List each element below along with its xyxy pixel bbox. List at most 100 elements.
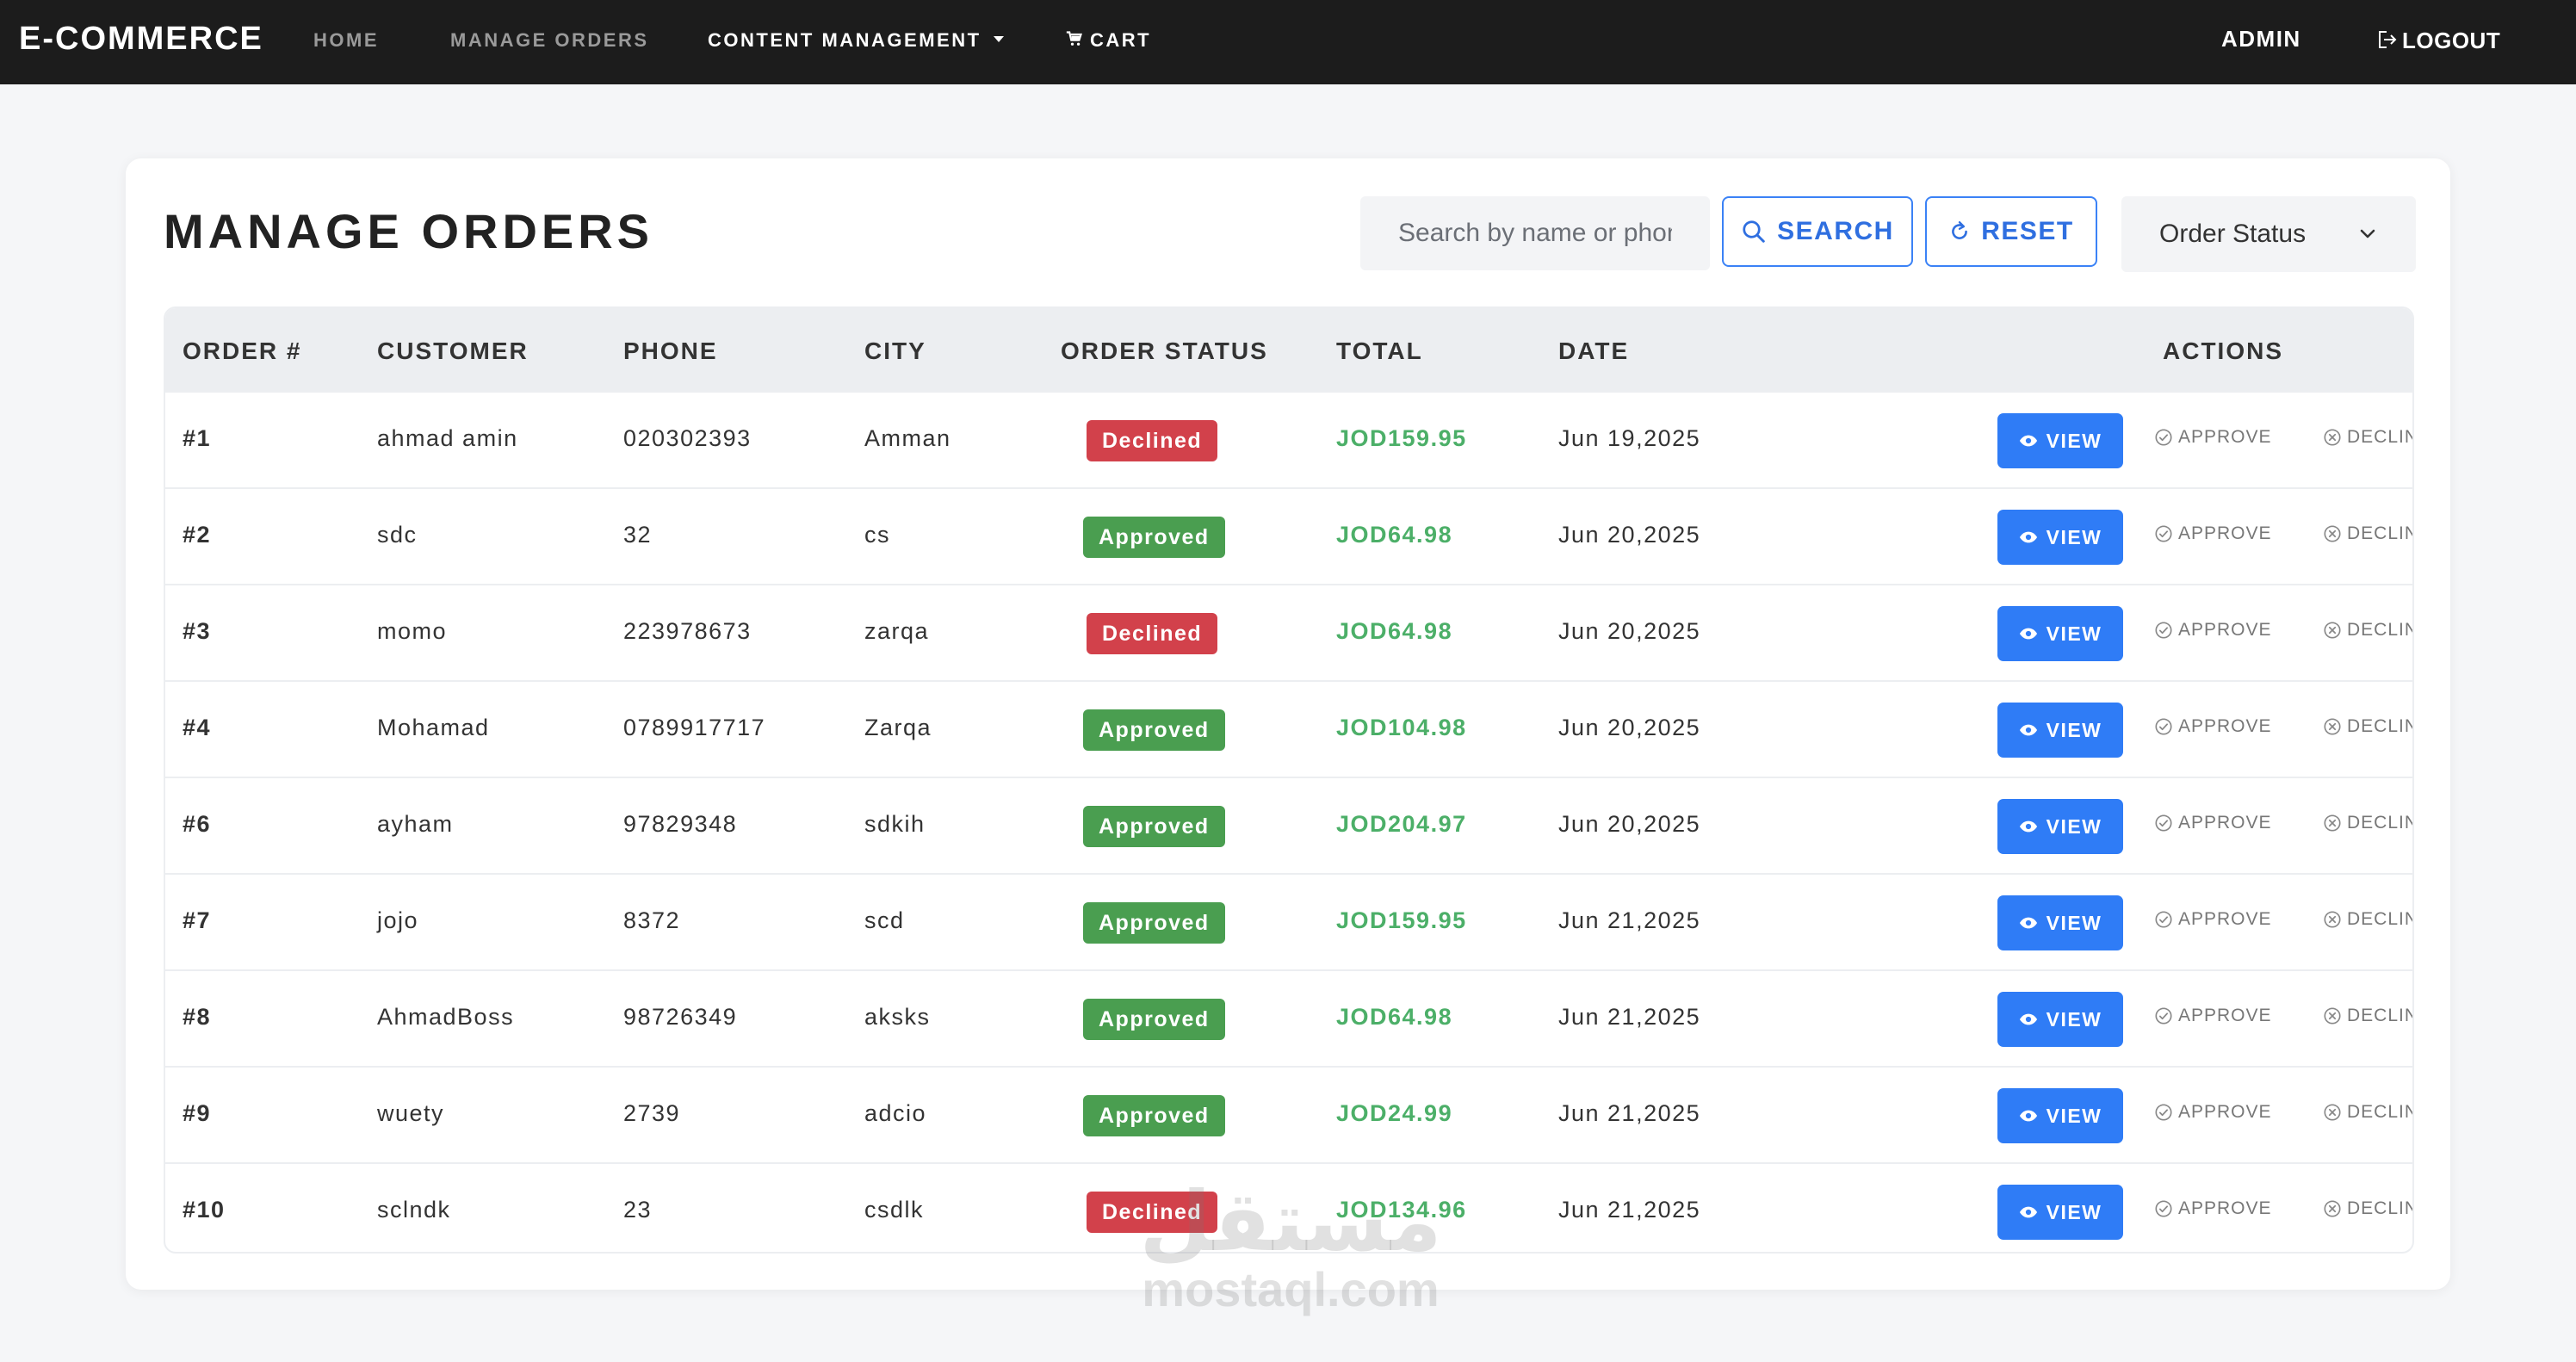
approve-button[interactable]: APPROVE [2154, 620, 2272, 641]
table-row: #4 Mohamad 0789917717 Zarqa Approved JOD104.9… [165, 682, 2412, 778]
decline-button[interactable]: DECLINE [2323, 716, 2412, 737]
order-number: #1 [183, 425, 212, 451]
eye-icon [2019, 531, 2037, 543]
check-circle-icon [2155, 622, 2172, 639]
customer-name: Mohamad [377, 715, 490, 740]
order-total: JOD24.99 [1336, 1100, 1453, 1126]
view-button[interactable]: VIEW [1997, 895, 2123, 950]
orders-card: MANAGE ORDERS SEARCH RESET Order Status … [126, 158, 2450, 1290]
header-order: ORDER # [183, 337, 302, 364]
decline-button-label: DECLINE [2347, 1102, 2412, 1122]
check-circle-icon [2155, 429, 2172, 446]
nav-admin-user[interactable]: ADMIN [2221, 26, 2301, 53]
view-button-label: VIEW [2046, 1007, 2102, 1031]
chevron-down-icon [2360, 229, 2375, 238]
customer-city: Zarqa [864, 715, 932, 740]
customer-city: csdlk [864, 1197, 925, 1223]
order-total: JOD64.98 [1336, 618, 1453, 644]
table-row: #8 AhmadBoss 98726349 aksks Approved JOD64.98… [165, 971, 2412, 1068]
status-badge: Approved [1083, 806, 1225, 847]
view-button[interactable]: VIEW [1997, 799, 2123, 854]
approve-button-label: APPROVE [2178, 813, 2272, 833]
table-row: #1 ahmad amin 020302393 Amman Declined JOD159… [165, 393, 2412, 489]
status-badge: Approved [1083, 999, 1225, 1040]
approve-button-label: APPROVE [2178, 620, 2272, 640]
customer-city: adcio [864, 1100, 927, 1126]
view-button[interactable]: VIEW [1997, 606, 2123, 661]
table-header: ORDER # CUSTOMER PHONE CITY ORDER STATUS… [165, 308, 2412, 393]
order-number: #2 [183, 522, 212, 548]
decline-button[interactable]: DECLINE [2323, 1006, 2412, 1026]
customer-name: sclndk [377, 1197, 451, 1223]
approve-button[interactable]: APPROVE [2154, 1006, 2272, 1026]
decline-button[interactable]: DECLINE [2323, 909, 2412, 930]
search-input[interactable] [1360, 196, 1710, 270]
approve-button[interactable]: APPROVE [2154, 813, 2272, 833]
approve-button[interactable]: APPROVE [2154, 1198, 2272, 1219]
view-button[interactable]: VIEW [1997, 413, 2123, 468]
decline-button[interactable]: DECLINE [2323, 620, 2412, 641]
table-row: #3 momo 223978673 zarqa Declined JOD64.98 Jun … [165, 585, 2412, 682]
status-badge: Approved [1083, 709, 1225, 751]
nav-cart-label: CART [1090, 29, 1152, 51]
view-button-label: VIEW [2046, 1104, 2102, 1127]
page-title: MANAGE ORDERS [164, 204, 654, 258]
table-row: #7 jojo 8372 scd Approved JOD159.95 Jun 21,202… [165, 875, 2412, 971]
brand-logo[interactable]: E-COMMERCE [19, 21, 263, 58]
check-circle-icon [2155, 1007, 2172, 1025]
view-button[interactable]: VIEW [1997, 1088, 2123, 1143]
order-status-select[interactable]: Order Status [2121, 196, 2416, 272]
nav-content-management-dropdown[interactable]: CONTENT MANAGEMENT [708, 29, 1004, 52]
reset-button[interactable]: RESET [1925, 196, 2097, 267]
header-city: CITY [864, 337, 926, 364]
customer-phone: 98726349 [623, 1004, 738, 1030]
approve-button-label: APPROVE [2178, 523, 2272, 543]
search-icon [1743, 220, 1765, 243]
search-button[interactable]: SEARCH [1722, 196, 1913, 267]
nav-home-link[interactable]: HOME [313, 29, 379, 52]
nav-cart-link[interactable]: CART [1066, 29, 1151, 52]
approve-button[interactable]: APPROVE [2154, 427, 2272, 448]
eye-icon [2019, 628, 2037, 640]
decline-button-label: DECLINE [2347, 1198, 2412, 1218]
view-button-label: VIEW [2046, 429, 2102, 452]
order-total: JOD159.95 [1336, 425, 1467, 451]
eye-icon [2019, 435, 2037, 447]
nav-manage-orders-link[interactable]: MANAGE ORDERS [450, 29, 649, 52]
decline-button[interactable]: DECLINE [2323, 523, 2412, 544]
reset-button-label: RESET [1981, 217, 2074, 245]
order-date: Jun 20,2025 [1558, 618, 1701, 644]
decline-button-label: DECLINE [2347, 716, 2412, 736]
approve-button[interactable]: APPROVE [2154, 909, 2272, 930]
status-badge: Declined [1087, 1192, 1218, 1233]
view-button[interactable]: VIEW [1997, 1185, 2123, 1240]
view-button-label: VIEW [2046, 525, 2102, 548]
order-date: Jun 21,2025 [1558, 1004, 1701, 1030]
order-total: JOD64.98 [1336, 522, 1453, 548]
x-circle-icon [2324, 1104, 2341, 1121]
decline-button[interactable]: DECLINE [2323, 1102, 2412, 1123]
x-circle-icon [2324, 1007, 2341, 1025]
caret-down-icon [993, 35, 1004, 42]
decline-button[interactable]: DECLINE [2323, 427, 2412, 448]
customer-name: ayham [377, 811, 454, 837]
decline-button[interactable]: DECLINE [2323, 813, 2412, 833]
decline-button[interactable]: DECLINE [2323, 1198, 2412, 1219]
approve-button[interactable]: APPROVE [2154, 716, 2272, 737]
decline-button-label: DECLINE [2347, 813, 2412, 833]
view-button[interactable]: VIEW [1997, 703, 2123, 758]
eye-icon [2019, 1110, 2037, 1122]
approve-button[interactable]: APPROVE [2154, 523, 2272, 544]
order-date: Jun 21,2025 [1558, 1100, 1701, 1126]
eye-icon [2019, 1206, 2037, 1218]
refresh-icon [1952, 220, 1968, 239]
nav-logout-link[interactable]: LOGOUT [2376, 28, 2500, 54]
view-button[interactable]: VIEW [1997, 992, 2123, 1047]
approve-button-label: APPROVE [2178, 427, 2272, 447]
approve-button-label: APPROVE [2178, 716, 2272, 736]
customer-phone: 97829348 [623, 811, 738, 837]
table-row: #10 sclndk 23 csdlk Declined JOD134.96 Jun 21,… [165, 1164, 2412, 1252]
approve-button-label: APPROVE [2178, 1102, 2272, 1122]
view-button[interactable]: VIEW [1997, 510, 2123, 565]
approve-button[interactable]: APPROVE [2154, 1102, 2272, 1123]
